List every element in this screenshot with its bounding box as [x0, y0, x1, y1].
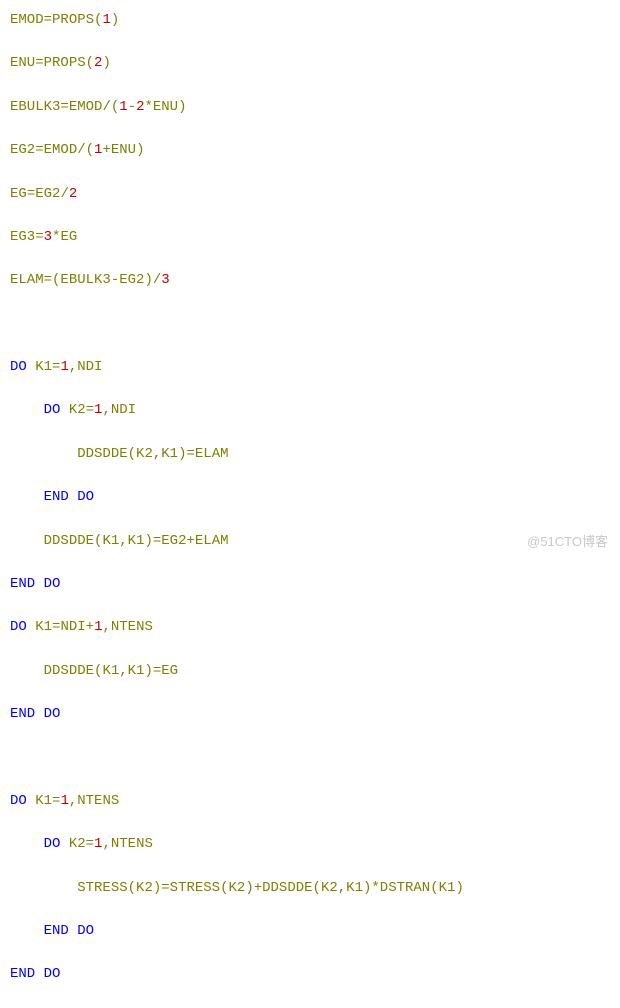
code-line [10, 314, 610, 336]
code-line: END DO [10, 921, 610, 943]
code-line: EG=EG2/2 [10, 184, 610, 206]
code-line: DO K2=1,NTENS [10, 834, 610, 856]
code-line: END DO [10, 964, 610, 986]
code-line: EG3=3*EG [10, 227, 610, 249]
code-line: STRESS(K2)=STRESS(K2)+DDSDDE(K2,K1)*DSTR… [10, 878, 610, 900]
code-line: EG2=EMOD/(1+ENU) [10, 140, 610, 162]
code-line: END DO [10, 704, 610, 726]
code-line: DDSDDE(K2,K1)=ELAM [10, 444, 610, 466]
code-block: EMOD=PROPS(1) ENU=PROPS(2) EBULK3=EMOD/(… [10, 10, 610, 1008]
code-line: DO K1=1,NTENS [10, 791, 610, 813]
code-line: DO K2=1,NDI [10, 400, 610, 422]
code-line: END DO [10, 487, 610, 509]
code-line: END DO [10, 574, 610, 596]
code-line: ENU=PROPS(2) [10, 53, 610, 75]
code-line: ELAM=(EBULK3-EG2)/3 [10, 270, 610, 292]
code-line: DO K1=1,NDI [10, 357, 610, 379]
code-line: DDSDDE(K1,K1)=EG2+ELAM [10, 531, 610, 553]
code-line: EMOD=PROPS(1) [10, 10, 610, 32]
watermark: @51CTO博客 [527, 532, 608, 552]
code-line: DO K1=NDI+1,NTENS [10, 617, 610, 639]
code-line [10, 747, 610, 769]
code-line: EBULK3=EMOD/(1-2*ENU) [10, 97, 610, 119]
code-line: DDSDDE(K1,K1)=EG [10, 661, 610, 683]
